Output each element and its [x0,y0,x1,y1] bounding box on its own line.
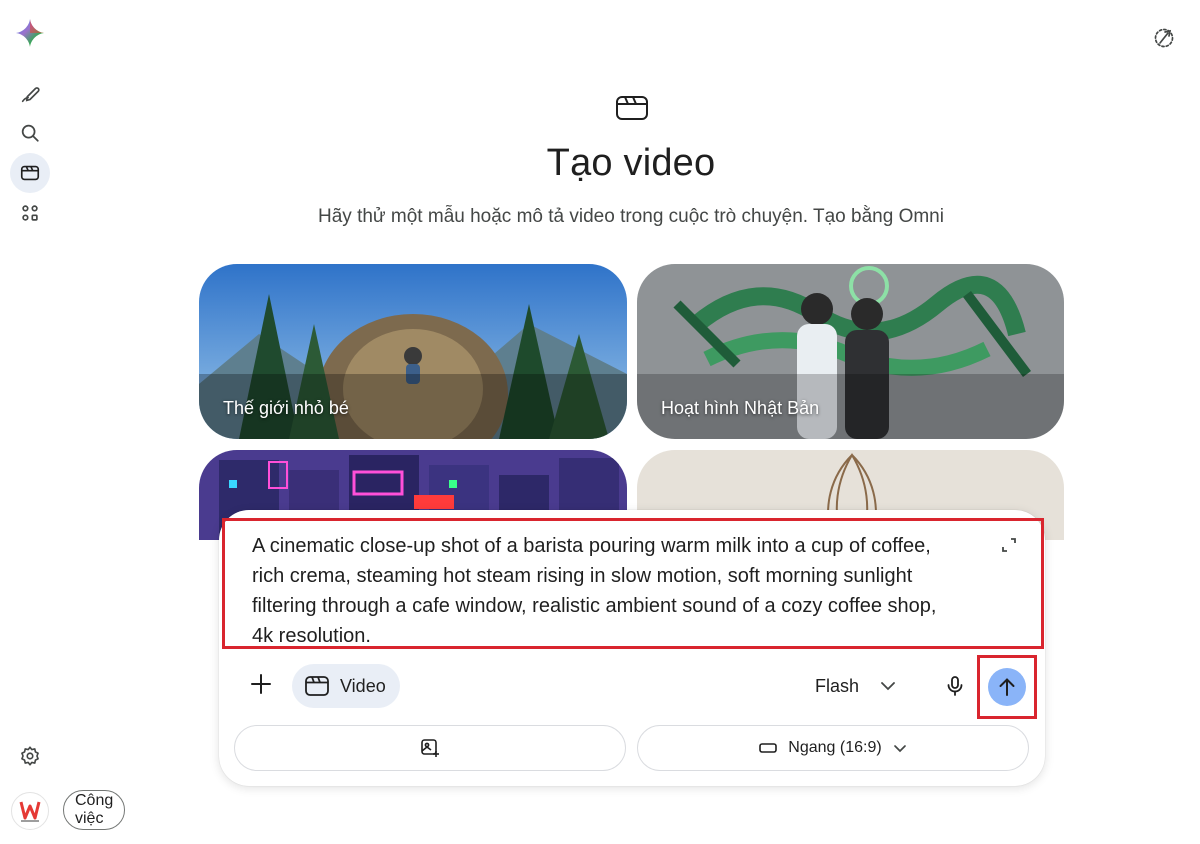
template-card-label: Hoạt hình Nhật Bản [661,398,820,418]
add-attachment-button[interactable] [243,666,279,702]
settings-button[interactable] [10,736,50,776]
video-clapper-icon [616,96,648,120]
page-title: Tạo video [546,142,716,184]
aspect-ratio-label: Ngang (16:9) [788,739,882,756]
template-card-label: Thế giới nhỏ bé [223,398,349,418]
temporary-chat-icon[interactable] [1152,26,1176,50]
prompt-input[interactable]: A cinematic close-up shot of a barista p… [252,531,952,651]
plus-icon [251,674,271,694]
gemini-spark-icon[interactable] [14,17,46,49]
avatar[interactable] [11,792,49,830]
video-mode-chip[interactable]: Video [292,664,400,708]
landscape-ratio-icon [759,743,778,753]
page-subtitle: Hãy thử một mẫu hoặc mô tả video trong c… [318,206,944,227]
template-card-japanese-anime[interactable]: Hoạt hình Nhật Bản [637,264,1064,439]
prompt-composer: A cinematic close-up shot of a barista p… [219,510,1045,786]
microphone-button[interactable] [937,668,973,704]
template-card-tiny-world[interactable]: Thế giới nhỏ bé [199,264,627,439]
model-selector[interactable]: Flash [815,670,897,702]
new-chat-button[interactable] [10,74,50,114]
arrow-up-icon [999,678,1015,696]
edit-pencil-icon [21,87,40,103]
model-label: Flash [815,675,860,696]
add-reference-image-button[interactable] [234,725,626,771]
chevron-down-icon [893,745,906,753]
video-mode-label: Video [340,675,386,696]
gear-icon [21,746,39,766]
brand-logo-icon [19,801,41,822]
prompt-input-highlight[interactable]: A cinematic close-up shot of a barista p… [222,518,1044,649]
chevron-down-icon [881,682,895,691]
video-options-row: Ngang (16:9) [234,725,1030,771]
clapper-icon [305,676,329,696]
send-button-highlight [977,655,1037,719]
sidebar: Công việc [0,0,126,844]
expand-icon[interactable] [999,535,1019,555]
image-add-icon [421,739,439,757]
composer-toolbar: Video Flash [219,655,1045,719]
microphone-icon [947,676,963,696]
send-button[interactable] [988,668,1026,706]
work-account-label: Công việc [75,792,114,827]
aspect-ratio-selector[interactable]: Ngang (16:9) [637,725,1029,771]
search-icon [21,124,39,142]
work-account-chip[interactable]: Công việc [63,790,126,830]
